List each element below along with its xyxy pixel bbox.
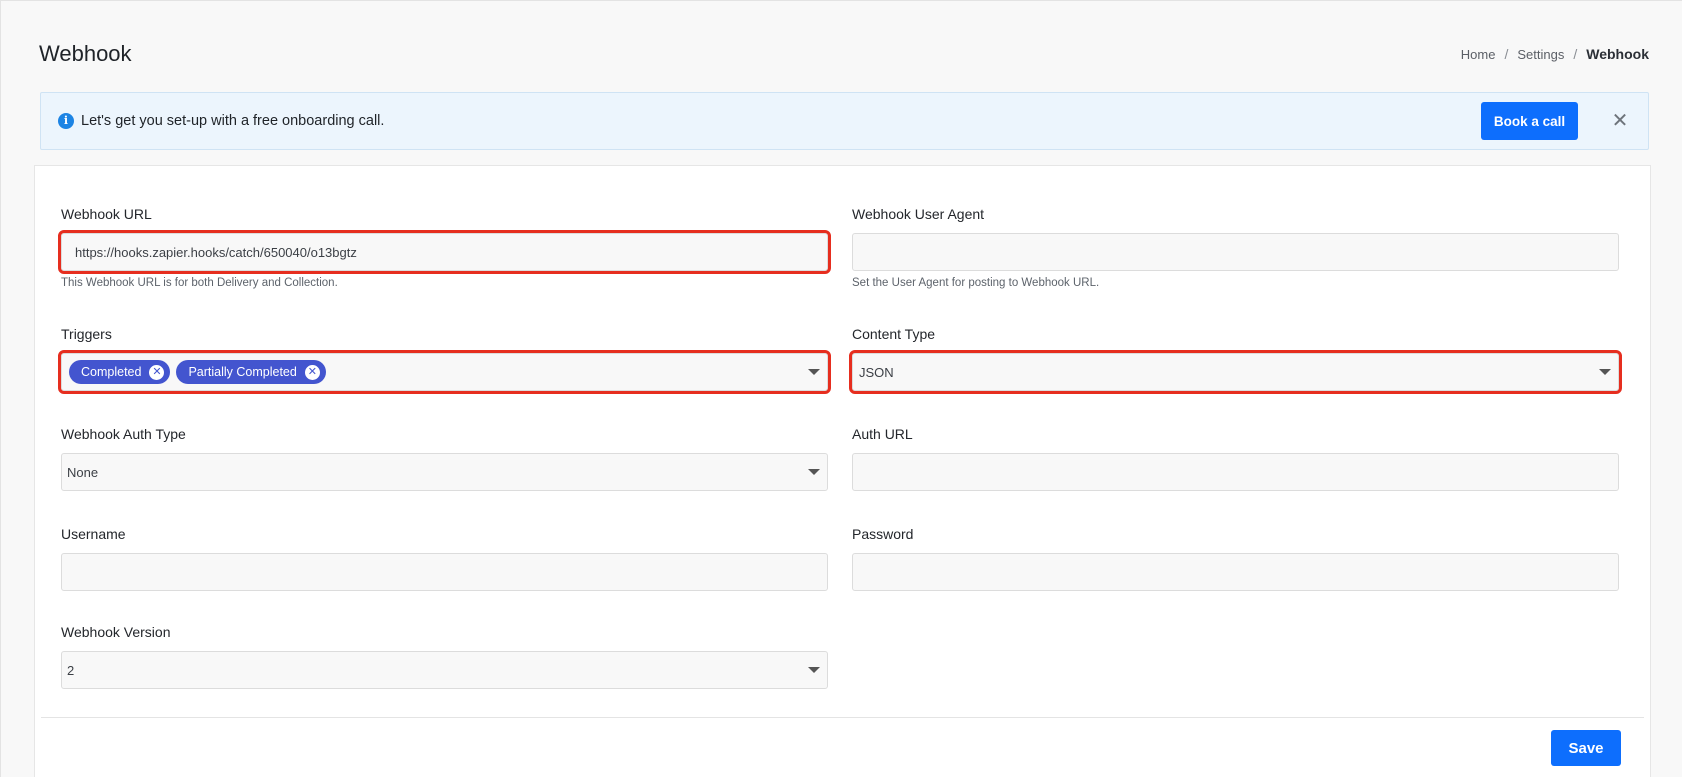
remove-tag-icon[interactable]: ✕ [304, 364, 320, 380]
user-agent-label: Webhook User Agent [852, 206, 985, 222]
username-group: Username [61, 526, 828, 591]
auth-url-input[interactable] [852, 453, 1619, 491]
chevron-down-icon[interactable] [1599, 369, 1611, 375]
chevron-down-icon[interactable] [808, 667, 820, 673]
breadcrumb-current: Webhook [1586, 46, 1649, 62]
trigger-tag-partially-completed: Partially Completed ✕ [176, 360, 326, 384]
webhook-settings-card: Webhook URL https://hooks.zapier.hooks/c… [34, 165, 1651, 777]
content-type-group: Content Type JSON [849, 326, 1622, 394]
auth-url-group: Auth URL [852, 426, 1619, 491]
webhook-url-help: This Webhook URL is for both Delivery an… [61, 277, 338, 289]
username-input[interactable] [61, 553, 828, 591]
user-agent-help: Set the User Agent for posting to Webhoo… [852, 277, 1100, 289]
version-group: Webhook Version 2 [61, 624, 828, 689]
trigger-tag-label: Completed [81, 365, 142, 379]
breadcrumb-settings[interactable]: Settings [1517, 47, 1564, 62]
password-group: Password [852, 526, 1619, 591]
breadcrumb-separator: / [1573, 46, 1578, 62]
version-select[interactable]: 2 [61, 651, 828, 689]
chevron-down-icon[interactable] [808, 469, 820, 475]
webhook-url-input[interactable]: https://hooks.zapier.hooks/catch/650040/… [58, 230, 831, 274]
auth-type-label: Webhook Auth Type [61, 426, 186, 442]
save-button[interactable]: Save [1551, 730, 1621, 766]
triggers-multiselect[interactable]: Completed ✕ Partially Completed ✕ [58, 350, 831, 394]
auth-type-value: None [67, 464, 99, 480]
breadcrumb: Home / Settings / Webhook [1461, 46, 1649, 62]
triggers-group: Triggers Completed ✕ Partially Completed… [58, 326, 831, 394]
triggers-label: Triggers [61, 326, 112, 342]
page-title: Webhook [39, 41, 132, 66]
close-icon[interactable]: ✕ [1609, 110, 1631, 132]
chevron-down-icon[interactable] [808, 369, 820, 375]
user-agent-input[interactable] [852, 233, 1619, 271]
version-label: Webhook Version [61, 624, 171, 640]
remove-tag-icon[interactable]: ✕ [149, 364, 165, 380]
version-value: 2 [67, 662, 75, 678]
webhook-url-group: Webhook URL https://hooks.zapier.hooks/c… [58, 206, 831, 289]
form-divider [41, 717, 1644, 718]
breadcrumb-home[interactable]: Home [1461, 47, 1496, 62]
auth-url-label: Auth URL [852, 426, 913, 442]
book-call-button[interactable]: Book a call [1481, 102, 1578, 140]
password-input[interactable] [852, 553, 1619, 591]
password-label: Password [852, 526, 914, 542]
content-type-select[interactable]: JSON [849, 350, 1622, 394]
webhook-url-label: Webhook URL [61, 206, 152, 222]
user-agent-group: Webhook User Agent Set the User Agent fo… [852, 206, 1619, 289]
content-type-value: JSON [859, 364, 894, 380]
trigger-tag-completed: Completed ✕ [69, 360, 171, 384]
username-label: Username [61, 526, 126, 542]
auth-type-select[interactable]: None [61, 453, 828, 491]
alert-message: Let's get you set-up with a free onboard… [81, 113, 385, 129]
auth-type-group: Webhook Auth Type None [61, 426, 828, 491]
webhook-url-value: https://hooks.zapier.hooks/catch/650040/… [75, 244, 357, 260]
trigger-tag-label: Partially Completed [188, 365, 297, 379]
onboarding-alert: i Let's get you set-up with a free onboa… [40, 92, 1649, 150]
breadcrumb-separator: / [1504, 46, 1509, 62]
content-type-label: Content Type [852, 326, 936, 342]
info-icon: i [58, 113, 74, 129]
